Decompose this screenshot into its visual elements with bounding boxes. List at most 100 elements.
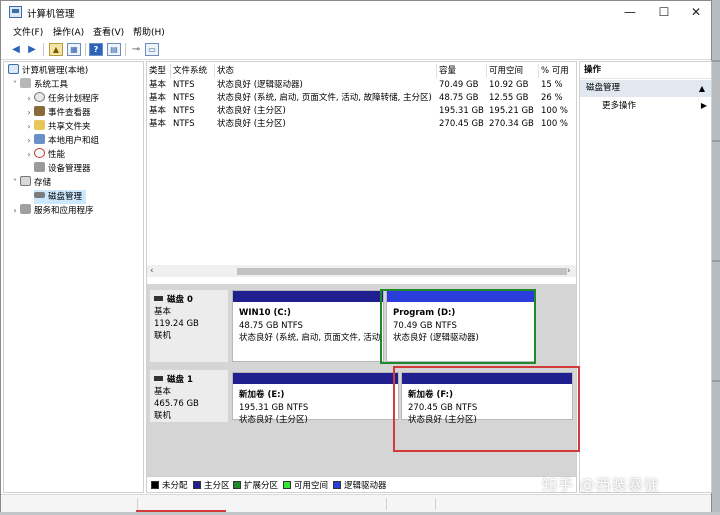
menu-file[interactable]: 文件(F) (13, 25, 43, 38)
logical-drive-swatch (333, 481, 341, 489)
partition-name: 新加卷 (E:) (239, 390, 285, 400)
clock-icon (34, 92, 45, 102)
partition-size: 48.75 GB NTFS (239, 320, 303, 331)
disk-1-label[interactable]: 磁盘 1 基本 465.76 GB 联机 (150, 370, 228, 422)
back-arrow-icon[interactable]: ◀ (9, 43, 23, 56)
disk-type: 基本 (154, 387, 172, 397)
column-header-percent-free[interactable]: % 可用 (539, 64, 576, 78)
performance-icon (34, 148, 45, 158)
actions-section-disk-management[interactable]: 磁盘管理 ▲ (580, 80, 711, 97)
cell-capacity: 195.31 GB (439, 106, 484, 116)
tree-item-performance[interactable]: › 性能 (24, 148, 65, 162)
tree-item-storage[interactable]: ˅ 存储 (10, 176, 51, 190)
cell-type: 基本 (149, 106, 167, 116)
cell-free-space: 12.55 GB (489, 93, 529, 103)
unallocated-swatch (151, 481, 159, 489)
cell-capacity: 270.45 GB (439, 119, 484, 129)
view-icon[interactable]: ▭ (145, 43, 159, 56)
menu-view[interactable]: 查看(V) (93, 25, 124, 38)
storage-icon (20, 176, 31, 186)
chevron-right-icon[interactable]: › (24, 134, 34, 148)
disk-management-icon (34, 192, 45, 198)
cell-percent-free: 26 % (541, 93, 563, 103)
legend-free-space: 可用空间 (283, 481, 328, 491)
properties-icon[interactable]: ▤ (107, 43, 121, 56)
users-icon (34, 134, 45, 144)
tree-item-local-users[interactable]: › 本地用户和组 (24, 134, 99, 148)
primary-partition-swatch (193, 481, 201, 489)
legend-primary: 主分区 (193, 481, 230, 491)
up-folder-icon[interactable]: ▲ (49, 43, 63, 56)
cell-type: 基本 (149, 80, 167, 90)
partition-c[interactable]: WIN10 (C:) 48.75 GB NTFS 状态良好 (系统, 启动, 页… (232, 290, 384, 362)
chevron-down-icon[interactable]: ˅ (10, 78, 20, 92)
tree-root[interactable]: 计算机管理(本地) (8, 64, 88, 78)
disk-icon (154, 376, 163, 381)
tree-item-services-applications[interactable]: › 服务和应用程序 (10, 204, 94, 218)
scroll-left-icon[interactable]: ‹ (150, 265, 154, 277)
disk-type: 基本 (154, 307, 172, 317)
more-actions-item[interactable]: 更多操作 ▶ (580, 98, 711, 114)
cell-percent-free: 100 % (541, 119, 569, 129)
tree-item-shared-folders[interactable]: › 共享文件夹 (24, 120, 91, 134)
export-icon[interactable]: ⊸ (129, 43, 143, 56)
cell-type: 基本 (149, 93, 167, 103)
menu-action[interactable]: 操作(A) (53, 25, 84, 38)
tree-item-system-tools[interactable]: ˅ 系统工具 (10, 78, 68, 92)
menu-help[interactable]: 帮助(H) (133, 25, 165, 38)
device-manager-icon (34, 162, 45, 172)
legend-unallocated: 未分配 (151, 481, 188, 491)
tree-item-device-manager[interactable]: 设备管理器 (34, 162, 91, 176)
column-header-filesystem[interactable]: 文件系统 (171, 64, 215, 78)
chevron-down-icon[interactable]: ˅ (10, 176, 20, 190)
services-icon (20, 204, 31, 214)
title-bar: 计算机管理 — ☐ ✕ (1, 1, 711, 23)
disk-state: 联机 (154, 331, 172, 341)
maximize-button[interactable]: ☐ (647, 1, 681, 23)
minimize-button[interactable]: — (613, 1, 647, 23)
cell-filesystem: NTFS (173, 93, 195, 103)
partition-e[interactable]: 新加卷 (E:) 195.31 GB NTFS 状态良好 (主分区) (232, 372, 399, 425)
close-button[interactable]: ✕ (679, 1, 713, 23)
collapse-up-icon[interactable]: ▲ (699, 80, 705, 97)
toolbar: ◀ ▶ ▲ ▦ ? ▤ ⊸ ▭ (1, 40, 711, 60)
cell-filesystem: NTFS (173, 106, 195, 116)
chevron-right-icon[interactable]: › (10, 204, 20, 218)
chevron-right-icon[interactable]: › (24, 106, 34, 120)
legend-extended: 扩展分区 (233, 481, 278, 491)
disk-size: 119.24 GB (154, 319, 199, 329)
horizontal-scrollbar[interactable]: ‹ › (147, 265, 576, 277)
column-header-status[interactable]: 状态 (215, 64, 437, 78)
column-header-free-space[interactable]: 可用空间 (487, 64, 539, 78)
chevron-right-icon[interactable]: › (24, 120, 34, 134)
extended-partition-swatch (233, 481, 241, 489)
chevron-right-icon[interactable]: › (24, 148, 34, 162)
tree-item-event-viewer[interactable]: › 事件查看器 (24, 106, 91, 120)
menu-bar: 文件(F) 操作(A) 查看(V) 帮助(H) (1, 23, 711, 40)
cell-free-space: 195.21 GB (489, 106, 534, 116)
navigation-tree: 计算机管理(本地) ˅ 系统工具 › 任务计划程序 › 事件查看器 › 共享文件夹 › 本… (3, 61, 144, 493)
cell-filesystem: NTFS (173, 80, 195, 90)
cell-capacity: 70.49 GB (439, 80, 479, 90)
toolbar-separator (125, 43, 126, 56)
toolbar-separator (43, 43, 44, 56)
tree-item-disk-management[interactable]: 磁盘管理 (34, 190, 87, 204)
disk-0-label[interactable]: 磁盘 0 基本 119.24 GB 联机 (150, 290, 228, 362)
highlight-box-red (393, 366, 580, 452)
chevron-right-icon[interactable]: › (24, 92, 34, 106)
tree-item-task-scheduler[interactable]: › 任务计划程序 (24, 92, 99, 106)
column-header-capacity[interactable]: 容量 (437, 64, 487, 78)
computer-management-icon (9, 6, 22, 18)
forward-arrow-icon[interactable]: ▶ (25, 43, 39, 56)
scrollbar-thumb[interactable] (237, 268, 567, 275)
cell-type: 基本 (149, 119, 167, 129)
column-header-type[interactable]: 类型 (147, 64, 171, 78)
show-hide-tree-icon[interactable]: ▦ (67, 43, 81, 56)
scroll-right-icon[interactable]: › (567, 265, 571, 277)
watermark: 知乎 @西装暴徒 (542, 476, 660, 494)
cell-status: 状态良好 (主分区) (217, 106, 286, 116)
status-bar (1, 494, 711, 512)
desktop-background (712, 0, 720, 515)
help-icon[interactable]: ? (89, 43, 103, 56)
cell-percent-free: 15 % (541, 80, 563, 90)
